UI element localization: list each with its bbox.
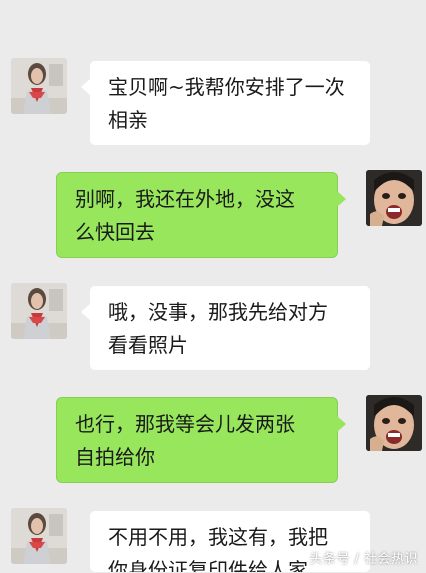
message-text-line: 相亲 (108, 108, 148, 132)
message-text-line: 别啊，我还在外地，没这 (75, 187, 295, 211)
my-avatar[interactable] (366, 170, 422, 226)
message-text-line: 么快回去 (75, 220, 155, 244)
message-text-line: 也行，那我等会儿发两张 (75, 412, 295, 436)
message-text-line: 看看照片 (108, 333, 188, 357)
message-text-line: 自拍给你 (75, 445, 155, 469)
message-text-line: 宝贝啊~我帮你安排了一次 (108, 75, 345, 99)
message-bubble-outgoing[interactable]: 别啊，我还在外地，没这 么快回去 (56, 172, 346, 258)
avatar-photo-icon (366, 170, 422, 226)
my-avatar[interactable] (366, 395, 422, 451)
mother-avatar[interactable] (11, 283, 67, 339)
avatar-photo-icon (11, 58, 67, 114)
watermark: 头条号 / 社会热识 (309, 552, 418, 567)
avatar-photo-icon (11, 283, 67, 339)
mother-avatar[interactable] (11, 508, 67, 564)
message-text-line: 哦，没事，那我先给对方 (108, 300, 328, 324)
message-bubble-incoming[interactable]: 宝贝啊~我帮你安排了一次 相亲 (81, 60, 371, 146)
message-bubble-incoming[interactable]: 哦，没事，那我先给对方 看看照片 (81, 285, 371, 371)
mother-avatar[interactable] (11, 58, 67, 114)
message-bubble-outgoing[interactable]: 也行，那我等会儿发两张 自拍给你 (56, 397, 346, 483)
avatar-photo-icon (366, 395, 422, 451)
avatar-photo-icon (11, 508, 67, 564)
